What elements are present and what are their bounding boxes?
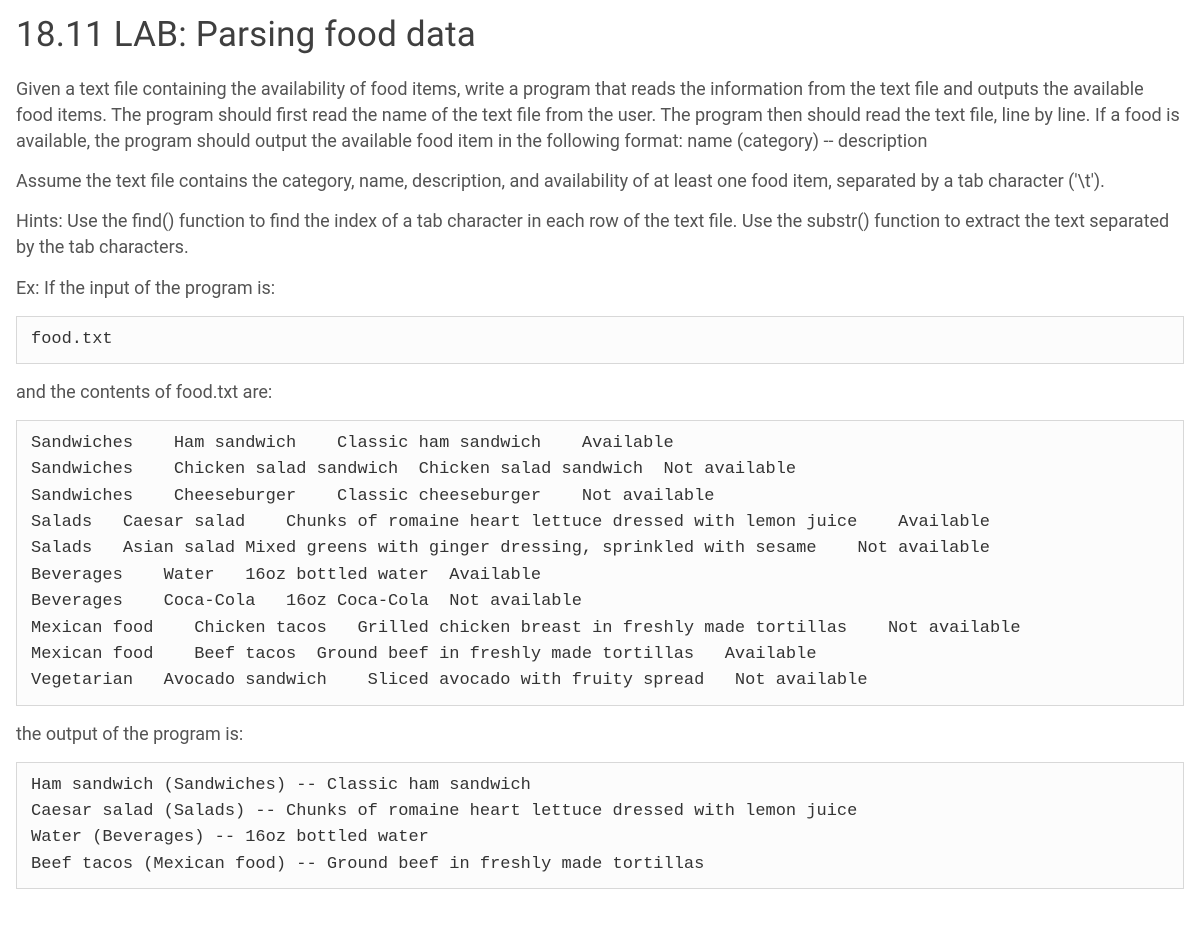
page-title: 18.11 LAB: Parsing food data: [16, 14, 1184, 55]
assumption-paragraph: Assume the text file contains the catego…: [16, 169, 1184, 195]
example-input-label: Ex: If the input of the program is:: [16, 276, 1184, 302]
intro-paragraph: Given a text file containing the availab…: [16, 77, 1184, 155]
file-contents-label: and the contents of food.txt are:: [16, 380, 1184, 406]
output-label: the output of the program is:: [16, 722, 1184, 748]
input-filename-box: food.txt: [16, 316, 1184, 364]
hints-paragraph: Hints: Use the find() function to find t…: [16, 209, 1184, 261]
lab-instructions: 18.11 LAB: Parsing food data Given a tex…: [0, 0, 1200, 925]
file-contents-box: Sandwiches Ham sandwich Classic ham sand…: [16, 420, 1184, 705]
output-box: Ham sandwich (Sandwiches) -- Classic ham…: [16, 762, 1184, 889]
